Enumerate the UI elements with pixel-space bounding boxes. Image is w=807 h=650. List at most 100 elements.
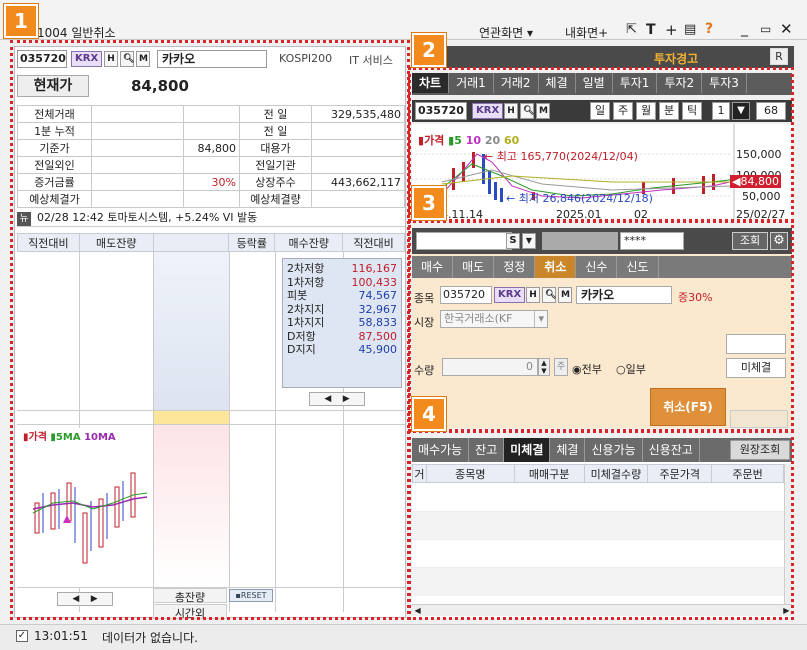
chart-tab[interactable]: 투자3 (702, 73, 747, 93)
order-list-hscroll[interactable]: ◀ ▶ (412, 604, 792, 616)
account-type-button[interactable]: S (506, 233, 520, 249)
chart-tab[interactable]: 일별 (575, 73, 613, 93)
cancel-order-button[interactable]: 취소(F5) (650, 388, 726, 426)
chart-exchange-button[interactable]: KRX (472, 103, 504, 119)
chart-tab[interactable]: 투자1 (612, 73, 658, 93)
original-query-button[interactable]: 원장조회 (730, 440, 790, 460)
order-m-button[interactable]: M (558, 287, 572, 303)
print-icon[interactable]: ▤ (684, 22, 696, 37)
minimize-icon[interactable]: _ (741, 21, 748, 37)
mini-chart-scroll[interactable]: ◀ ▶ (57, 592, 113, 606)
period-button[interactable]: 일 (590, 102, 610, 120)
pin-icon[interactable]: ⇱ (626, 22, 637, 37)
unfilled-button[interactable]: 미체결 (726, 358, 786, 378)
order-tab[interactable]: 매수 (412, 256, 454, 278)
period-button[interactable]: 틱 (682, 102, 702, 120)
chart-tab[interactable]: 거래2 (493, 73, 539, 93)
y-tick-150000: 150,000 (736, 148, 782, 161)
qty-spinner[interactable]: ▲ ▼ (538, 358, 550, 376)
info-label-2: 전 일 (239, 105, 312, 123)
market-select[interactable]: 한국거래소(KF ▾ (440, 310, 548, 328)
chart-tab[interactable]: 투자2 (657, 73, 703, 93)
count-input[interactable]: 68 (756, 102, 786, 120)
x-tick-1: 2025.01 (556, 208, 602, 221)
order-tab[interactable]: 매도 (453, 256, 495, 278)
close-icon[interactable]: ✕ (780, 20, 793, 38)
order-list-body (412, 484, 784, 604)
chart-tab[interactable]: 체결 (538, 73, 576, 93)
period-button[interactable]: 월 (636, 102, 656, 120)
news-icon[interactable]: 뉴 (17, 212, 31, 226)
info-value-a (91, 156, 184, 174)
chart-search-icon[interactable]: 🔍︎ (520, 103, 534, 119)
current-price-value: 84,800 (131, 77, 189, 95)
chart-tab[interactable]: 차트 (412, 73, 450, 93)
password-input[interactable]: **** (620, 232, 684, 250)
period-button[interactable]: 주 (613, 102, 633, 120)
order-list-vscroll[interactable] (784, 464, 792, 604)
account-dropdown-icon[interactable]: ▼ (522, 233, 536, 249)
order-list-tab[interactable]: 체결 (550, 438, 586, 462)
order-tab[interactable]: 정정 (494, 256, 536, 278)
interval-input[interactable]: 1 (712, 102, 730, 120)
all-radio[interactable]: ◉전부 (572, 361, 602, 377)
total-remaining-label: 총잔량 (153, 588, 227, 604)
pivot-label: 1차지지 (287, 316, 325, 329)
related-screen-menu[interactable]: 연관화면 ▾ (479, 24, 533, 41)
order-list-tab[interactable]: 매수가능 (412, 438, 470, 462)
info-label-2: 전일기관 (239, 156, 312, 174)
order-code-input[interactable]: 035720 (440, 286, 492, 304)
quote-panel: 035720 KRX H 🔍︎ M 카카오 KOSPI200 IT 서비스 현재… (14, 46, 406, 620)
order-blank-field[interactable] (726, 334, 786, 354)
stock-name-field[interactable]: 카카오 (157, 50, 267, 68)
search-icon[interactable]: 🔍︎ (120, 51, 134, 67)
order-tab[interactable]: 신수 (576, 256, 618, 278)
qty-main-button[interactable]: 주 (554, 358, 568, 376)
qty-input[interactable]: 0 (442, 358, 538, 376)
pivot-label: D저항 (287, 329, 316, 343)
order-aux-field (730, 410, 788, 428)
reset-button[interactable]: ▪RESET (229, 589, 273, 602)
order-tab[interactable]: 취소 (535, 256, 577, 278)
order-search-icon[interactable]: 🔍︎ (542, 287, 556, 303)
m-button[interactable]: M (136, 51, 150, 67)
title-bar: 1004 일반취소 연관화면 ▾ 내화면+ ⇱ T + ▤ ? _ ▭ ✕ (0, 0, 807, 40)
info-row: 1분 누적 전 일 (17, 122, 405, 140)
status-checkbox[interactable]: ✓ (16, 630, 28, 642)
pivot-value: 87,500 (358, 329, 398, 343)
order-exchange-button[interactable]: KRX (494, 287, 526, 303)
qty-label: 수량 (414, 364, 435, 377)
order-tab[interactable]: 신도 (617, 256, 659, 278)
order-h-button[interactable]: H (526, 287, 540, 303)
r-button[interactable]: R (770, 48, 788, 65)
text-icon[interactable]: T (646, 22, 656, 38)
h-button[interactable]: H (104, 51, 118, 67)
pivot-scroll[interactable]: ◀ ▶ (309, 392, 365, 406)
interval-dropdown-icon[interactable]: ▼ (732, 102, 750, 120)
stock-code-input[interactable]: 035720 (17, 50, 67, 68)
settings-gear-icon[interactable]: ⚙ (770, 232, 788, 250)
pivot-value: 74,567 (358, 289, 398, 302)
order-list-tab[interactable]: 잔고 (469, 438, 505, 462)
x-tick-3: 25/02/27 (736, 208, 786, 221)
news-ticker[interactable]: 뉴 02/28 12:42 토마토시스템, +5.24% VI 발동 (17, 209, 405, 227)
order-list-tab[interactable]: 미체결 (504, 438, 551, 462)
chart-h-button[interactable]: H (504, 103, 518, 119)
exchange-button[interactable]: KRX (71, 51, 103, 67)
plus-icon[interactable]: + (665, 21, 678, 39)
pivot-row: 2차지지 32,967 (287, 303, 397, 317)
chart-code-input[interactable]: 035720 (415, 102, 467, 120)
order-list-tab[interactable]: 신용가능 (585, 438, 643, 462)
maximize-icon[interactable]: ▭ (760, 22, 771, 36)
chart-tab[interactable]: 거래1 (449, 73, 494, 93)
chart-m-button[interactable]: M (536, 103, 550, 119)
help-icon[interactable]: ? (705, 21, 713, 37)
account-input[interactable] (416, 232, 512, 250)
period-button[interactable]: 분 (659, 102, 679, 120)
order-list-tab[interactable]: 신용잔고 (642, 438, 700, 462)
info-value-2: 443,662,117 (311, 173, 405, 191)
my-screen-menu[interactable]: 내화면+ (565, 24, 608, 41)
order-stock-name[interactable]: 카카오 (576, 286, 672, 304)
query-button[interactable]: 조회 (732, 232, 768, 250)
partial-radio[interactable]: ○일부 (616, 361, 646, 377)
